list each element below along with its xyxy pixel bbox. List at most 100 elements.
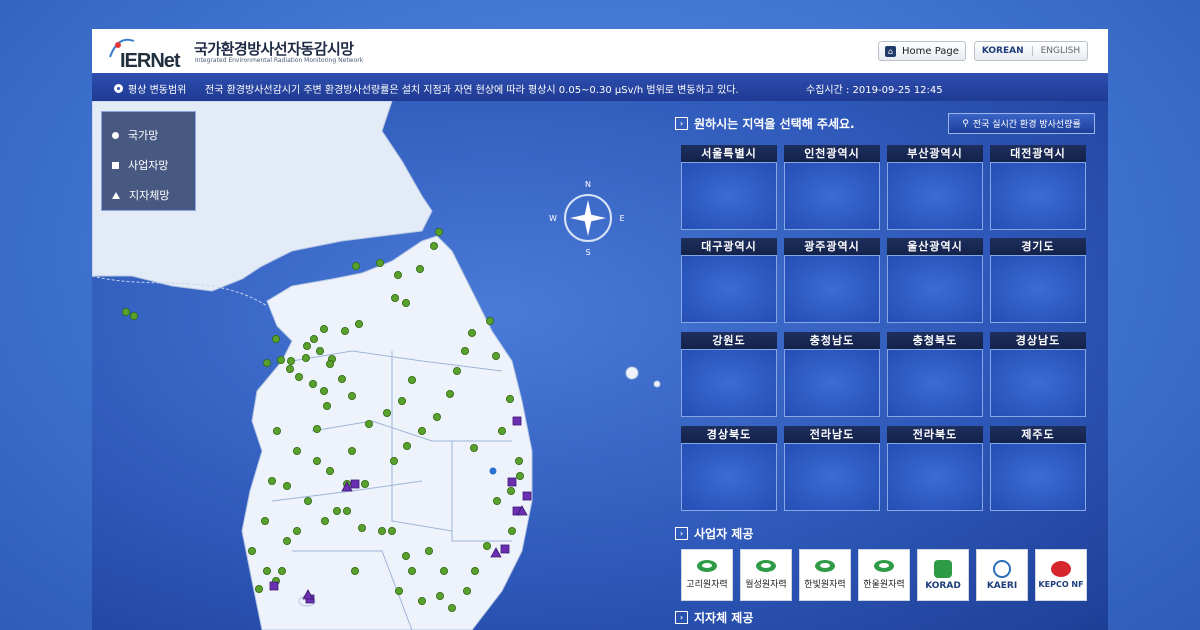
station-marker[interactable] bbox=[387, 526, 396, 535]
station-marker[interactable] bbox=[301, 353, 310, 362]
station-marker[interactable] bbox=[439, 566, 448, 575]
site-logo[interactable]: IERNet bbox=[104, 33, 194, 72]
station-marker[interactable] bbox=[424, 546, 433, 555]
station-marker[interactable] bbox=[492, 496, 501, 505]
station-marker[interactable] bbox=[429, 241, 438, 250]
operator-hanbit[interactable]: 한빛원자력 bbox=[799, 549, 851, 601]
station-marker[interactable] bbox=[282, 481, 291, 490]
station-marker[interactable] bbox=[285, 364, 294, 373]
station-marker[interactable] bbox=[354, 319, 363, 328]
operator-station-marker[interactable] bbox=[269, 581, 279, 591]
station-marker[interactable] bbox=[402, 441, 411, 450]
region-busan[interactable]: 부산광역시 bbox=[887, 145, 983, 230]
station-marker[interactable] bbox=[312, 456, 321, 465]
station-marker[interactable] bbox=[286, 356, 295, 365]
station-marker[interactable] bbox=[350, 566, 359, 575]
region-gyeonggi[interactable]: 경기도 bbox=[990, 238, 1086, 323]
region-incheon[interactable]: 인천광역시 bbox=[784, 145, 880, 230]
station-marker[interactable] bbox=[364, 419, 373, 428]
station-marker[interactable] bbox=[407, 566, 416, 575]
region-gwangju[interactable]: 광주광역시 bbox=[784, 238, 880, 323]
operator-hanul[interactable]: 한울원자력 bbox=[858, 549, 910, 601]
operator-kaeri[interactable]: KAERI bbox=[976, 549, 1028, 601]
lang-english-link[interactable]: ENGLISH bbox=[1041, 46, 1081, 56]
station-marker[interactable] bbox=[415, 264, 424, 273]
operator-station-marker[interactable] bbox=[507, 477, 517, 487]
operator-kepco-nf[interactable]: KEPCO NF bbox=[1035, 549, 1087, 601]
station-marker[interactable] bbox=[332, 506, 341, 515]
region-ulsan[interactable]: 울산광역시 bbox=[887, 238, 983, 323]
station-marker[interactable] bbox=[260, 516, 269, 525]
station-marker[interactable] bbox=[491, 351, 500, 360]
station-marker[interactable] bbox=[340, 326, 349, 335]
station-marker[interactable] bbox=[435, 591, 444, 600]
station-marker[interactable] bbox=[121, 307, 130, 316]
region-chungbuk[interactable]: 충청북도 bbox=[887, 332, 983, 417]
operator-korad[interactable]: KORAD bbox=[917, 549, 969, 601]
station-marker[interactable] bbox=[277, 566, 286, 575]
operator-station-marker[interactable] bbox=[500, 544, 510, 554]
lang-korean-link[interactable]: KOREAN bbox=[982, 46, 1024, 56]
station-marker[interactable] bbox=[247, 546, 256, 555]
station-marker[interactable] bbox=[401, 551, 410, 560]
station-marker[interactable] bbox=[308, 379, 317, 388]
station-marker[interactable] bbox=[272, 426, 281, 435]
station-marker[interactable] bbox=[482, 541, 491, 550]
station-marker[interactable] bbox=[312, 424, 321, 433]
station-marker[interactable] bbox=[434, 228, 443, 237]
station-marker[interactable] bbox=[377, 526, 386, 535]
region-gangwon[interactable]: 강원도 bbox=[681, 332, 777, 417]
station-marker[interactable] bbox=[447, 603, 456, 612]
station-marker[interactable] bbox=[262, 358, 271, 367]
station-marker[interactable] bbox=[470, 566, 479, 575]
region-jeonnam[interactable]: 전라남도 bbox=[784, 426, 880, 511]
region-chungnam[interactable]: 충청남도 bbox=[784, 332, 880, 417]
region-daegu[interactable]: 대구광역시 bbox=[681, 238, 777, 323]
station-marker[interactable] bbox=[462, 586, 471, 595]
station-marker[interactable] bbox=[394, 586, 403, 595]
station-marker[interactable] bbox=[271, 334, 280, 343]
station-marker[interactable] bbox=[337, 374, 346, 383]
operator-wolsong[interactable]: 월성원자력 bbox=[740, 549, 792, 601]
region-seoul[interactable]: 서울특별시 bbox=[681, 145, 777, 230]
station-marker[interactable] bbox=[294, 372, 303, 381]
station-marker[interactable] bbox=[130, 311, 139, 320]
station-marker[interactable] bbox=[319, 386, 328, 395]
station-marker[interactable] bbox=[325, 359, 334, 368]
station-marker[interactable] bbox=[514, 456, 523, 465]
operator-station-marker[interactable] bbox=[512, 416, 522, 426]
region-gyeongbuk[interactable]: 경상북도 bbox=[681, 426, 777, 511]
station-marker[interactable] bbox=[389, 456, 398, 465]
operator-station-marker[interactable] bbox=[350, 479, 360, 489]
station-marker[interactable] bbox=[360, 479, 369, 488]
station-marker[interactable] bbox=[417, 596, 426, 605]
station-marker[interactable] bbox=[515, 471, 524, 480]
station-marker[interactable] bbox=[302, 341, 311, 350]
station-marker[interactable] bbox=[507, 526, 516, 535]
station-marker[interactable] bbox=[407, 375, 416, 384]
station-marker[interactable] bbox=[382, 408, 391, 417]
station-marker[interactable] bbox=[309, 334, 318, 343]
realtime-radiation-button[interactable]: ⚲ 전국 실시간 환경 방사선량률 bbox=[948, 113, 1095, 134]
legend-operator[interactable]: 사업자망 bbox=[112, 157, 168, 173]
station-marker[interactable] bbox=[489, 467, 497, 475]
station-marker[interactable] bbox=[390, 293, 399, 302]
station-marker[interactable] bbox=[469, 443, 478, 452]
station-marker[interactable] bbox=[262, 566, 271, 575]
station-marker[interactable] bbox=[292, 526, 301, 535]
region-jeonbuk[interactable]: 전라북도 bbox=[887, 426, 983, 511]
station-marker[interactable] bbox=[319, 324, 328, 333]
station-marker[interactable] bbox=[347, 446, 356, 455]
region-gyeongnam[interactable]: 경상남도 bbox=[990, 332, 1086, 417]
station-marker[interactable] bbox=[445, 389, 454, 398]
station-marker[interactable] bbox=[254, 584, 263, 593]
legend-national[interactable]: 국가망 bbox=[112, 127, 158, 143]
region-daejeon[interactable]: 대전광역시 bbox=[990, 145, 1086, 230]
station-marker[interactable] bbox=[292, 446, 301, 455]
station-marker[interactable] bbox=[497, 426, 506, 435]
region-jeju[interactable]: 제주도 bbox=[990, 426, 1086, 511]
station-marker[interactable] bbox=[325, 466, 334, 475]
station-marker[interactable] bbox=[417, 426, 426, 435]
station-marker[interactable] bbox=[276, 355, 285, 364]
station-marker[interactable] bbox=[342, 506, 351, 515]
